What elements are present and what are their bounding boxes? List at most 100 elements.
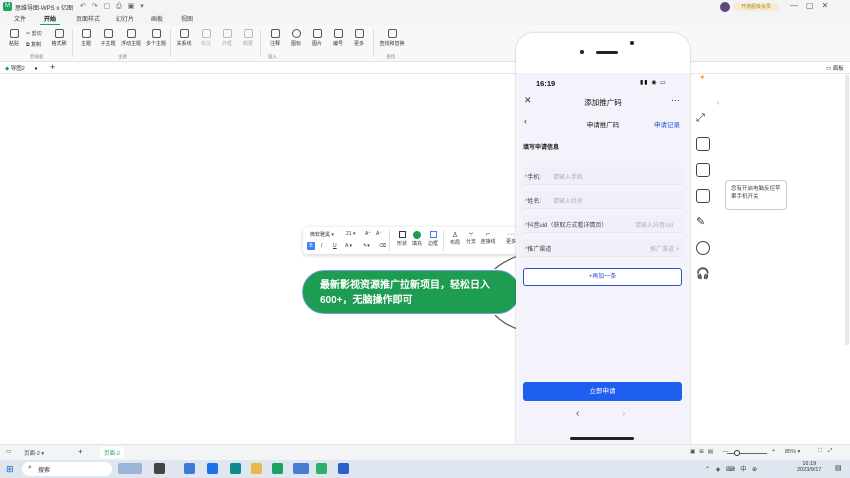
- callout-button[interactable]: 标注: [196, 28, 216, 47]
- phone-input[interactable]: 请输入手机: [553, 172, 583, 181]
- multi-topic-button[interactable]: 多个主题: [144, 28, 168, 47]
- fill-button[interactable]: 填充: [410, 231, 424, 247]
- edge-icon[interactable]: [230, 463, 241, 474]
- image-button[interactable]: 图片: [307, 28, 327, 47]
- fit-fullscreen-buttons[interactable]: ⛶⤢: [818, 448, 838, 455]
- system-tray-icons[interactable]: ⌃ ◈ ⌨ 中 ⊕: [705, 464, 759, 473]
- tab-page-style[interactable]: 页面样式: [72, 15, 104, 25]
- phone-mirror-window[interactable]: 16:19 ▮▮ ◉ ▭ ✕ 添加推广码 ··· ‹ 申请推广码 申请记录 填写…: [516, 33, 690, 478]
- number-button[interactable]: 编号: [328, 28, 348, 47]
- vip-button[interactable]: 开通超级会员: [733, 3, 779, 11]
- tab-board[interactable]: 画板: [147, 15, 167, 25]
- minimize-button[interactable]: —: [790, 1, 806, 10]
- copy-button[interactable]: ⧉ 复制: [26, 41, 41, 48]
- clear-format-icon[interactable]: ⌫: [379, 243, 386, 249]
- name-input[interactable]: 请输入姓名: [553, 196, 583, 205]
- nav-forward-icon[interactable]: ›: [622, 408, 625, 419]
- panel-toggle-button[interactable]: ▭ 面板: [826, 64, 844, 72]
- collapse-arrow-icon[interactable]: ‹: [717, 100, 719, 107]
- add-page-button[interactable]: +: [78, 447, 83, 456]
- name-field[interactable]: *姓名: 请输入姓名: [523, 191, 683, 209]
- summary-button[interactable]: 概要: [238, 28, 258, 47]
- avatar[interactable]: [720, 2, 730, 12]
- settings-gear-icon[interactable]: [696, 241, 710, 255]
- douyin-uid-field[interactable]: *抖音uid（获取方式看详情页） 请输入抖音uid: [523, 215, 683, 233]
- floating-topic-button[interactable]: 浮动主题: [119, 28, 143, 47]
- app-icon-1[interactable]: [184, 463, 195, 474]
- layout-button[interactable]: ♙ 布局: [448, 231, 462, 246]
- submit-application-button[interactable]: 立即申请: [523, 382, 682, 401]
- maximize-button[interactable]: ▢: [806, 1, 822, 10]
- tab-view[interactable]: 视图: [177, 15, 197, 25]
- font-family-select[interactable]: 微软雅黑 ▾: [310, 231, 334, 238]
- reverse-control-icon[interactable]: [696, 189, 710, 203]
- connector-button[interactable]: ⌐ 连接线: [480, 231, 496, 245]
- brush-icon[interactable]: ✎: [696, 215, 710, 229]
- doc-tab-current[interactable]: ◆ 导图2 ●: [5, 64, 38, 72]
- underline-button[interactable]: U: [333, 243, 337, 249]
- note-button[interactable]: 注释: [265, 28, 285, 47]
- cut-button[interactable]: ✂ 剪切: [26, 30, 42, 37]
- relation-line-button[interactable]: 关系线: [174, 28, 194, 47]
- zoom-slider-thumb[interactable]: [734, 450, 740, 456]
- border-button[interactable]: 边框: [426, 231, 440, 247]
- mindmap-canvas[interactable]: [0, 74, 850, 444]
- font-color-button[interactable]: A ▾: [345, 243, 352, 249]
- find-replace-button[interactable]: 查找和替换: [378, 28, 406, 47]
- add-another-button[interactable]: +再加一条: [523, 268, 682, 286]
- page-list-icon[interactable]: ▭: [6, 449, 11, 455]
- app-icon-2[interactable]: [207, 463, 218, 474]
- app-icon-active[interactable]: [293, 463, 309, 474]
- app-icon-3[interactable]: [338, 463, 349, 474]
- channel-select[interactable]: 推广渠道 >: [650, 244, 679, 253]
- windows-start-icon[interactable]: ⊞: [6, 464, 14, 475]
- italic-button[interactable]: I: [321, 243, 322, 249]
- boundary-button[interactable]: 外框: [217, 28, 237, 47]
- screenshot-icon[interactable]: [696, 137, 710, 151]
- central-topic[interactable]: 最新影视资源推广拉新项目，轻松日入 600+，无脑操作即可: [301, 269, 521, 315]
- support-headset-icon[interactable]: 🎧: [696, 267, 710, 281]
- fullscreen-icon[interactable]: ⤢: [696, 111, 710, 125]
- taskbar-search[interactable]: ⌕ 搜索: [22, 462, 112, 476]
- more-icon[interactable]: ···: [671, 95, 680, 105]
- bold-button[interactable]: B: [307, 242, 315, 250]
- font-size-select[interactable]: 21 ▾: [346, 231, 355, 237]
- tab-slides[interactable]: 幻灯片: [112, 15, 138, 25]
- icon-button[interactable]: 图标: [286, 28, 306, 47]
- notification-icon[interactable]: ▤: [835, 464, 842, 472]
- more-button[interactable]: 更多: [349, 28, 369, 47]
- nav-back-icon[interactable]: ‹: [576, 408, 579, 419]
- topic-button[interactable]: 主题: [76, 28, 96, 47]
- zoom-level[interactable]: 85% ▾: [785, 449, 800, 455]
- phone-screen[interactable]: 16:19 ▮▮ ◉ ▭ ✕ 添加推广码 ··· ‹ 申请推广码 申请记录 填写…: [516, 73, 690, 478]
- vertical-scrollbar[interactable]: [845, 75, 849, 345]
- tab-home[interactable]: 开始: [40, 15, 61, 25]
- mindmap-taskbar-icon[interactable]: [272, 463, 283, 474]
- subtopic-button[interactable]: 子主题: [96, 28, 120, 47]
- font-increase-button[interactable]: A⁺: [365, 231, 371, 237]
- font-decrease-button[interactable]: A⁻: [376, 231, 382, 237]
- douyin-uid-input[interactable]: 请输入抖音uid: [635, 220, 673, 229]
- application-record-link[interactable]: 申请记录: [654, 119, 680, 129]
- window-controls[interactable]: —▢✕: [790, 1, 836, 10]
- record-icon[interactable]: [696, 163, 710, 177]
- phone-field[interactable]: *手机: 请输入手机: [523, 167, 683, 185]
- zoom-in-button[interactable]: +: [772, 448, 775, 454]
- page-tab[interactable]: 页面-2: [100, 447, 124, 458]
- add-tab-button[interactable]: +: [50, 62, 55, 72]
- close-button[interactable]: ✕: [822, 1, 837, 10]
- file-explorer-icon[interactable]: [251, 463, 262, 474]
- highlight-icon[interactable]: ✎▾: [363, 243, 370, 249]
- wechat-icon[interactable]: [316, 463, 327, 474]
- view-buttons[interactable]: ▣⊞▤ —: [690, 449, 732, 455]
- paste-button[interactable]: 粘贴: [4, 28, 24, 47]
- format-painter-button[interactable]: 格式刷: [49, 28, 69, 47]
- zoom-slider[interactable]: [727, 453, 767, 454]
- channel-field[interactable]: *推广渠道 推广渠道 >: [523, 239, 683, 257]
- shape-button[interactable]: 形状: [395, 231, 409, 247]
- task-view-icon[interactable]: [154, 463, 165, 474]
- page-selector[interactable]: 页面-2 ▾: [24, 449, 44, 457]
- branch-button[interactable]: ⑂ 分支: [464, 231, 478, 245]
- tab-file[interactable]: 文件: [10, 15, 30, 25]
- taskbar-clock[interactable]: 16:19 2023/9/17: [797, 461, 821, 473]
